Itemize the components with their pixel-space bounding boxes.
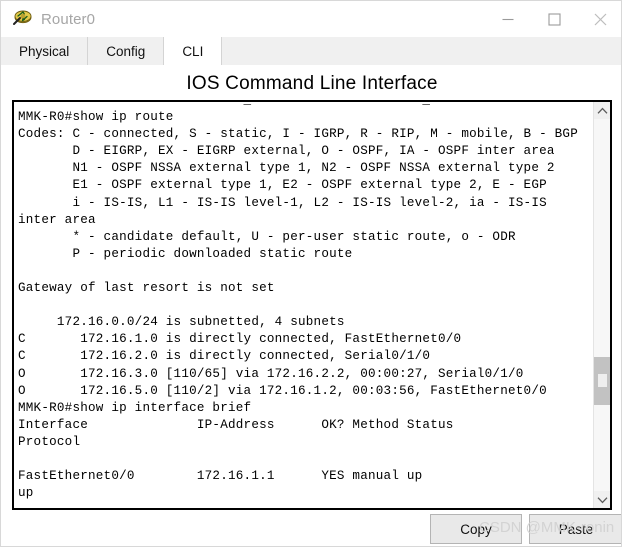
terminal-scrollbar[interactable] [593, 102, 610, 508]
terminal-line: O 172.16.3.0 [110/65] via 172.16.2.2, 00… [18, 366, 524, 381]
terminal-line: FastEthernet0/0 172.16.1.1 YES manual up [18, 469, 423, 484]
tab-strip: Physical Config CLI [1, 37, 621, 66]
terminal-text-area[interactable]: _ _MMK-R0#show ip route Codes: C - connec… [14, 102, 593, 508]
copy-button-label: Copy [460, 521, 492, 537]
paste-button-label: Paste [558, 521, 594, 537]
terminal-line: MMK-R0#show ip route [18, 110, 174, 125]
terminal-line: inter area [18, 212, 96, 227]
scroll-down-button[interactable] [594, 491, 610, 508]
terminal-line: O 172.16.5.0 [110/2] via 172.16.1.2, 00:… [18, 383, 547, 398]
page-title: IOS Command Line Interface [186, 73, 438, 94]
terminal-line: _ _ [18, 102, 593, 109]
close-icon [594, 13, 606, 25]
terminal-line: P - periodic downloaded static route [18, 246, 353, 261]
minimize-button[interactable] [485, 1, 531, 37]
terminal-line: E1 - OSPF external type 1, E2 - OSPF ext… [18, 178, 547, 193]
router-icon [11, 8, 33, 30]
terminal-line: N1 - OSPF NSSA external type 1, N2 - OSP… [18, 161, 555, 176]
minimize-icon [502, 18, 514, 21]
terminal-line: Protocol [18, 434, 81, 449]
chevron-down-icon [597, 496, 608, 503]
scrollbar-thumb[interactable] [594, 357, 610, 405]
tab-cli[interactable]: CLI [163, 37, 223, 65]
scroll-up-button[interactable] [594, 102, 610, 119]
terminal-line: Interface IP-Address OK? Method Status [18, 417, 454, 432]
maximize-button[interactable] [531, 1, 577, 37]
window-title: Router0 [41, 10, 96, 28]
tab-physical[interactable]: Physical [1, 37, 89, 65]
chevron-up-icon [597, 107, 608, 114]
router-cli-window: Router0 Physical Config CLI IOS Command … [0, 0, 622, 547]
terminal-line: i - IS-IS, L1 - IS-IS level-1, L2 - IS-I… [18, 195, 547, 210]
tab-config[interactable]: Config [88, 37, 165, 65]
button-row: Copy Paste [1, 513, 621, 546]
window-controls [485, 1, 621, 37]
terminal-line: C 172.16.2.0 is directly connected, Seri… [18, 349, 431, 364]
terminal-lines: _ _MMK-R0#show ip route Codes: C - connec… [18, 102, 593, 508]
close-button[interactable] [577, 1, 621, 37]
tab-physical-label: Physical [19, 43, 70, 59]
copy-button[interactable]: Copy [430, 514, 522, 544]
cli-panel: IOS Command Line Interface _ _MMK-R0#sho… [1, 65, 621, 546]
terminal-line: Gateway of last resort is not set [18, 281, 275, 296]
terminal-line: MMK-R0#show ip interface brief [18, 400, 252, 415]
scrollbar-track[interactable] [594, 119, 610, 491]
terminal-output[interactable]: _ _MMK-R0#show ip route Codes: C - connec… [12, 100, 612, 510]
terminal-line: up [18, 486, 34, 501]
terminal-line: 172.16.0.0/24 is subnetted, 4 subnets [18, 315, 345, 330]
terminal-line: C 172.16.1.0 is directly connected, Fast… [18, 332, 462, 347]
terminal-line: Codes: C - connected, S - static, I - IG… [18, 127, 578, 142]
paste-button[interactable]: Paste [529, 514, 621, 544]
terminal-line: * - candidate default, U - per-user stat… [18, 229, 516, 244]
tab-config-label: Config [106, 43, 146, 59]
maximize-icon [547, 12, 561, 26]
tab-cli-label: CLI [182, 43, 204, 59]
terminal-line: D - EIGRP, EX - EIGRP external, O - OSPF… [18, 144, 555, 159]
title-bar: Router0 [1, 1, 621, 37]
